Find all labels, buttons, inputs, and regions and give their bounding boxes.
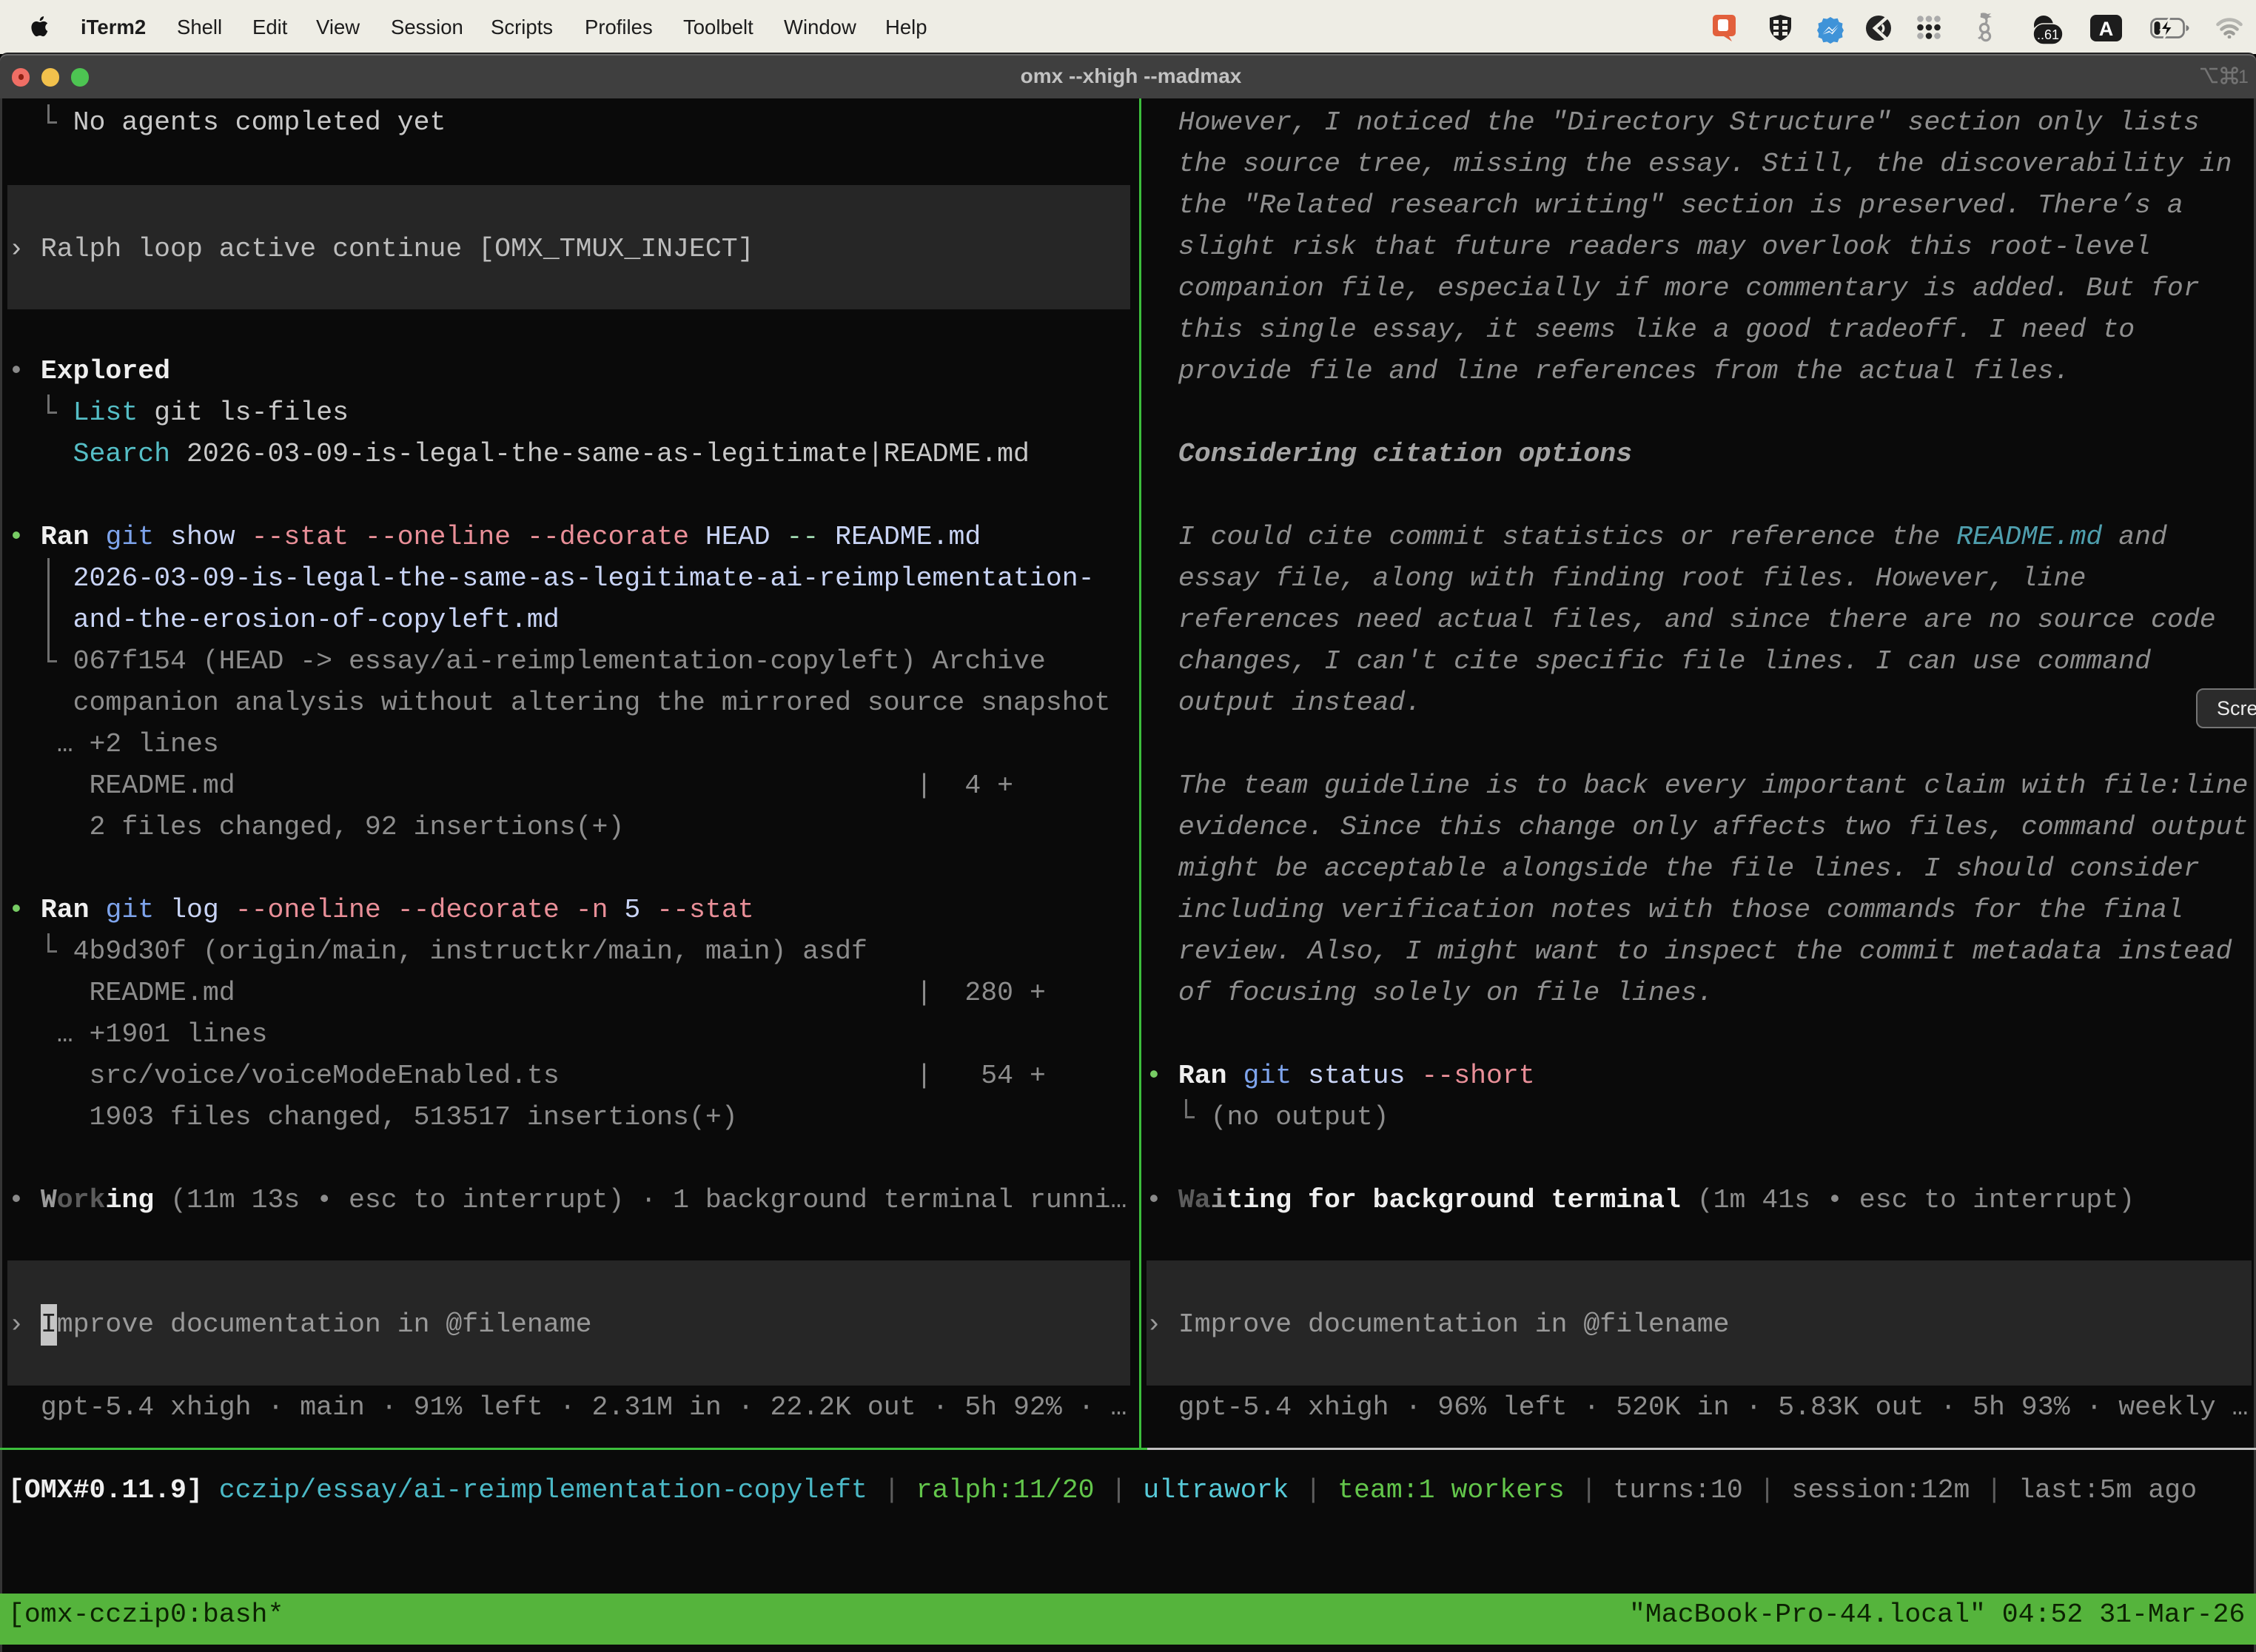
svg-text:..61: ..61 (2037, 27, 2059, 42)
svg-text:A: A (2099, 18, 2114, 40)
svg-text:1: 1 (2238, 67, 2249, 86)
